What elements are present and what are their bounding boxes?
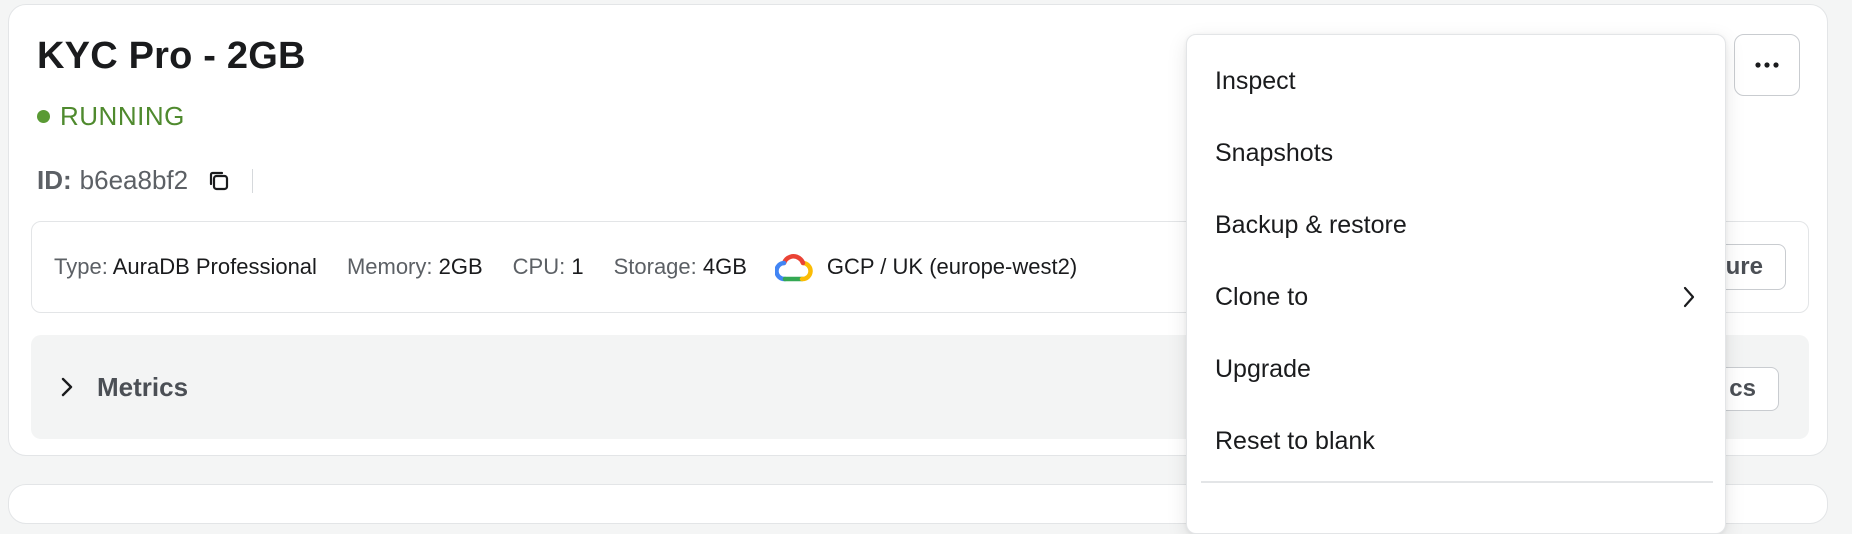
copy-icon[interactable] bbox=[206, 168, 232, 194]
menu-item-upgrade[interactable]: Upgrade bbox=[1187, 333, 1725, 405]
info-type: Type: AuraDB Professional bbox=[54, 254, 317, 279]
info-storage: Storage: 4GB bbox=[613, 254, 747, 279]
gcp-logo-icon bbox=[774, 254, 813, 282]
more-options-button[interactable] bbox=[1734, 34, 1800, 96]
actions-menu: Inspect Snapshots Backup & restore Clone… bbox=[1186, 34, 1726, 534]
status-label: RUNNING bbox=[60, 101, 185, 131]
menu-divider bbox=[1201, 481, 1713, 483]
chevron-right-icon bbox=[61, 377, 73, 397]
metrics-label: Metrics bbox=[97, 371, 189, 402]
info-region: GCP / UK (europe-west2) bbox=[826, 254, 1078, 279]
id-value: b6ea8bf2 bbox=[79, 165, 189, 195]
menu-item-snapshots[interactable]: Snapshots bbox=[1187, 117, 1725, 189]
instance-title: KYC Pro - 2GB bbox=[37, 35, 306, 77]
status-indicator: RUNNING bbox=[37, 101, 185, 132]
instance-id-row: ID: b6ea8bf2 bbox=[37, 165, 254, 196]
id-label: ID: bbox=[37, 165, 72, 195]
info-cpu: CPU: 1 bbox=[512, 254, 584, 279]
menu-item-clone-to[interactable]: Clone to bbox=[1187, 261, 1725, 333]
menu-item-reset-to-blank[interactable]: Reset to blank bbox=[1187, 405, 1725, 477]
metrics-toggle[interactable]: Metrics bbox=[59, 335, 188, 439]
info-memory: Memory: 2GB bbox=[346, 254, 483, 279]
chevron-right-icon bbox=[1683, 286, 1695, 308]
status-dot-icon bbox=[37, 110, 50, 123]
divider bbox=[252, 168, 254, 193]
more-horizontal-icon bbox=[1755, 62, 1779, 68]
menu-item-backup-restore[interactable]: Backup & restore bbox=[1187, 189, 1725, 261]
menu-item-inspect[interactable]: Inspect bbox=[1187, 45, 1725, 117]
